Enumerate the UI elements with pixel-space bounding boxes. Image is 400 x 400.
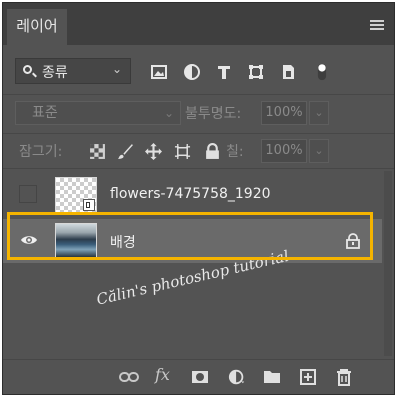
filter-kind-select[interactable]: 종류 ⌄ [15, 58, 131, 84]
filter-toggle-icon[interactable] [315, 63, 329, 81]
layer-row[interactable]: flowers-7475758_1920 [3, 173, 382, 217]
chevron-down-icon: ⌄ [163, 106, 174, 120]
eye-icon[interactable] [20, 234, 38, 246]
lock-artboard-icon[interactable] [174, 143, 191, 160]
layer-thumbnail[interactable] [55, 223, 97, 259]
layer-name[interactable]: flowers-7475758_1920 [110, 186, 271, 202]
blend-mode-select[interactable]: 표준 ⌄ [15, 101, 181, 125]
chevron-down-icon: ⌄ [314, 106, 324, 119]
divider [3, 94, 394, 95]
filter-row: 종류 ⌄ [3, 55, 394, 89]
smart-object-icon [83, 199, 95, 211]
group-folder-icon[interactable] [263, 368, 281, 386]
bottom-toolbar: fx [3, 359, 394, 394]
adjustment-layer-icon[interactable] [228, 368, 246, 386]
opacity-field[interactable]: 100% [261, 101, 307, 125]
search-icon [23, 65, 32, 74]
type-filter-icon[interactable] [215, 63, 233, 81]
panel-menu-icon[interactable] [370, 20, 384, 30]
visibility-toggle-off[interactable] [19, 185, 37, 203]
smart-object-filter-icon[interactable] [279, 63, 297, 81]
lock-transparent-pixels-icon[interactable] [89, 143, 106, 160]
divider [3, 133, 394, 134]
image-filter-icon[interactable] [150, 63, 168, 81]
fx-icon[interactable]: fx [155, 365, 170, 384]
opacity-label: 불투명도: [185, 106, 242, 122]
opacity-dropdown-button[interactable]: ⌄ [309, 101, 329, 125]
fill-dropdown-button[interactable]: ⌄ [309, 139, 329, 163]
tab-layers[interactable]: 레이어 [7, 9, 67, 45]
lock-row: 잠그기: 칠: 100% ⌄ [3, 138, 394, 164]
blend-row: 표준 ⌄ 불투명도: 100% ⌄ [3, 99, 394, 129]
layer-thumbnail[interactable] [55, 177, 97, 213]
panel-tab-bar: 레이어 [3, 3, 394, 45]
link-layers-icon[interactable] [119, 368, 139, 386]
layers-scrollbar[interactable] [384, 171, 392, 356]
layer-row-selected[interactable]: 배경 [3, 219, 382, 263]
lock-position-icon[interactable] [145, 143, 162, 160]
layers-panel: 레이어 종류 ⌄ 표준 ⌄ 불투명도: 100% ⌄ 잠그기: 칠: 100% … [2, 2, 395, 395]
fill-label: 칠: [226, 144, 244, 160]
lock-all-icon[interactable] [204, 143, 221, 160]
lock-label: 잠그기: [19, 144, 63, 160]
mask-icon[interactable] [191, 368, 209, 386]
filter-kind-value: 종류 [42, 65, 68, 81]
chevron-down-icon: ⌄ [111, 62, 122, 76]
lock-icon[interactable] [346, 233, 360, 249]
adjustment-filter-icon[interactable] [183, 63, 201, 81]
divider [3, 168, 394, 169]
new-layer-icon[interactable] [299, 368, 317, 386]
shape-filter-icon[interactable] [247, 63, 265, 81]
chevron-down-icon: ⌄ [314, 144, 324, 157]
fill-field[interactable]: 100% [261, 139, 307, 163]
layer-name[interactable]: 배경 [110, 232, 136, 252]
trash-icon[interactable] [335, 368, 353, 386]
lock-image-pixels-icon[interactable] [117, 143, 134, 160]
blend-mode-value: 표준 [32, 105, 58, 121]
